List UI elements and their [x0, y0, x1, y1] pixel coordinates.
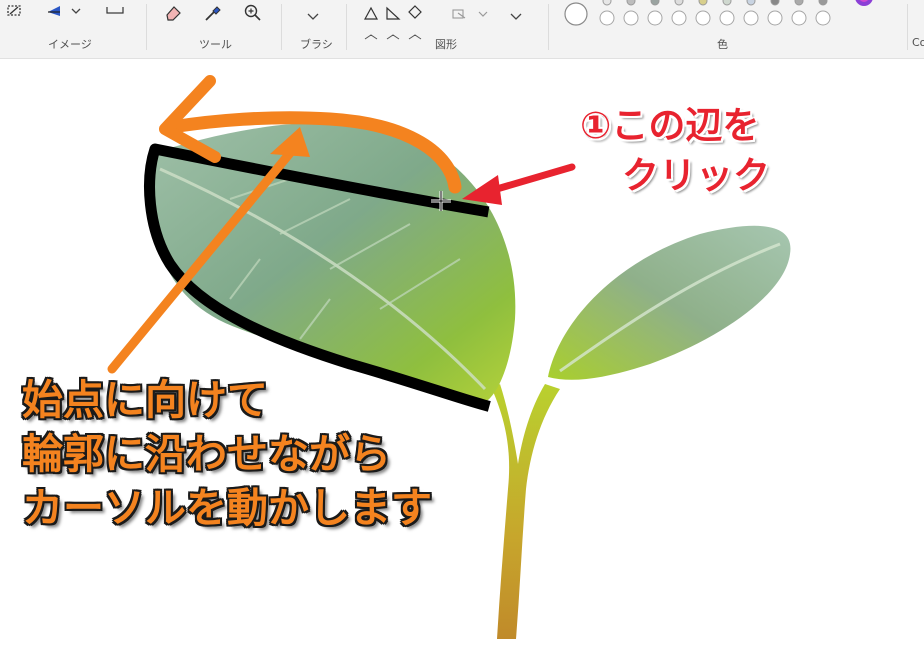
seedling-image [107, 75, 791, 639]
shapes-group-label: 図形 [435, 38, 457, 51]
magnifier-icon[interactable] [243, 3, 263, 25]
chevron-down-icon[interactable] [509, 6, 523, 25]
annotation-step2-line3: カーソルを動かします [22, 484, 432, 532]
tools-group: ツール [147, 0, 280, 58]
image-group: イメージ [0, 0, 145, 58]
annotation-step1-line2: クリック [622, 154, 770, 197]
tools-group-label: ツール [199, 38, 232, 51]
active-color-swatch[interactable] [563, 1, 589, 31]
shape-outline-icon[interactable] [451, 6, 491, 25]
copilot-group-label: Co [912, 36, 924, 49]
chevron-down-icon[interactable] [306, 6, 320, 25]
triangle-shape-icon[interactable] [363, 5, 379, 24]
divider [907, 4, 908, 50]
image-group-label: イメージ [48, 38, 92, 51]
ribbon-toolbar: イメージ ツール ブラシ 図形 色 Co [0, 0, 924, 59]
annotation-step1-line1: ①この辺を [580, 104, 760, 147]
brushes-group-label: ブラシ [300, 38, 333, 51]
stem [492, 384, 560, 639]
select-tool-icon[interactable] [44, 2, 84, 22]
annotation-step2-line2: 輪郭に沿わせながら [22, 430, 391, 478]
edit-colors-icon[interactable] [854, 0, 874, 13]
diamond-shape-icon[interactable] [407, 4, 423, 24]
more-shapes-icon[interactable] [363, 26, 433, 45]
right-triangle-shape-icon[interactable] [385, 5, 401, 24]
colors-group-label: 色 [717, 38, 728, 51]
eraser-icon[interactable] [163, 3, 183, 25]
color-picker-icon[interactable] [203, 3, 223, 25]
image-crop-icon[interactable] [105, 0, 127, 19]
annotation-step2-line1: 始点に向けて [22, 376, 268, 424]
colors-group: 色 [549, 0, 906, 58]
drawing-canvas[interactable]: ①この辺を クリック 始点に向けて 輪郭に沿わせながら カーソルを動かします [0, 59, 924, 651]
select-pattern-icon[interactable] [6, 2, 24, 22]
color-palette-row2[interactable] [599, 10, 849, 32]
shapes-group: 図形 [347, 0, 547, 58]
red-arrow [486, 163, 576, 195]
brushes-group: ブラシ [282, 0, 345, 58]
small-leaf [548, 225, 791, 380]
